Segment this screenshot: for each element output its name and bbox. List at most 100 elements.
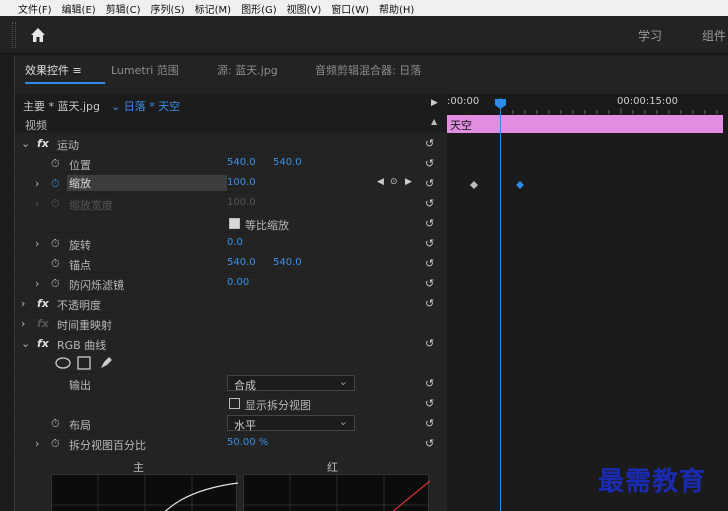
scale-row: › ⏱ 缩放 100.0 ◀ ⊙ ▶ ↺ [15, 174, 447, 193]
reset-icon[interactable]: ↺ [425, 377, 437, 390]
reset-icon[interactable]: ↺ [425, 237, 437, 250]
scale-label: 缩放 [67, 175, 227, 191]
menu-sequence[interactable]: 序列(S) [150, 1, 184, 16]
next-keyframe-icon[interactable]: ▶ [405, 177, 412, 187]
panel-menu-icon[interactable]: ≡ [73, 64, 82, 77]
menu-edit[interactable]: 编辑(E) [62, 1, 96, 16]
menu-window[interactable]: 窗口(W) [331, 1, 369, 16]
master-curve [52, 475, 239, 511]
tab-source[interactable]: 源: 蓝天.jpg [217, 62, 278, 78]
position-x-value[interactable]: 540.0 [227, 157, 256, 168]
stopwatch-icon[interactable]: ⏱ [51, 277, 60, 291]
sequence-clip-label[interactable]: ⌄ 日落 * 天空 [111, 98, 180, 114]
clip-bar[interactable]: 天空 [447, 115, 723, 133]
scale-value[interactable]: 100.0 [227, 177, 256, 188]
expand-chevron-icon[interactable]: ⌄ [21, 337, 30, 350]
position-y-value[interactable]: 540.0 [273, 157, 302, 168]
reset-icon[interactable]: ↺ [425, 397, 437, 410]
fx-icon: fx [37, 337, 49, 350]
menu-help[interactable]: 帮助(H) [379, 1, 414, 16]
expand-chevron-icon[interactable]: › [35, 437, 39, 450]
keyframe-diamond-1[interactable] [469, 180, 479, 190]
anchor-x-value[interactable]: 540.0 [227, 257, 256, 268]
rectangle-mask-icon[interactable] [77, 356, 91, 370]
active-tab-indicator [25, 82, 105, 84]
expand-chevron-icon[interactable]: › [35, 277, 39, 290]
reset-icon[interactable]: ↺ [425, 177, 437, 190]
anchor-y-value[interactable]: 540.0 [273, 257, 302, 268]
menu-graphics[interactable]: 图形(G) [241, 1, 277, 16]
reset-icon[interactable]: ↺ [425, 257, 437, 270]
reset-icon[interactable]: ↺ [425, 277, 437, 290]
expand-chevron-icon[interactable]: › [35, 177, 39, 190]
split-percent-label: 拆分视图百分比 [69, 439, 146, 452]
expand-chevron-icon[interactable]: › [35, 237, 39, 250]
uniform-scale-label: 等比缩放 [245, 219, 289, 232]
workspace-learn[interactable]: 学习 [638, 27, 662, 44]
anti-flicker-value[interactable]: 0.00 [227, 277, 249, 288]
collapse-icon[interactable]: ▲ [431, 117, 437, 126]
tab-effect-controls[interactable]: 效果控件 ≡ [25, 62, 82, 78]
expand-chevron-icon[interactable]: › [21, 297, 25, 310]
reset-icon[interactable]: ↺ [425, 217, 437, 230]
reset-icon[interactable]: ↺ [425, 417, 437, 430]
ellipse-mask-icon[interactable] [55, 356, 71, 370]
red-curve-graph[interactable] [243, 474, 431, 511]
rotation-row: › ⏱ 旋转 0.0 ↺ [15, 234, 447, 253]
reset-icon[interactable]: ↺ [425, 297, 437, 310]
keyframe-timeline[interactable] [447, 114, 728, 511]
stopwatch-icon[interactable]: ⏱ [51, 437, 60, 451]
stopwatch-icon[interactable]: ⏱ [51, 237, 60, 251]
rgb-curves-row[interactable]: ⌄ fx RGB 曲线 ↺ [15, 334, 447, 353]
reset-icon[interactable]: ↺ [425, 197, 437, 210]
output-value: 合成 [234, 379, 256, 392]
motion-row[interactable]: ⌄ fx 运动 ↺ [15, 134, 447, 153]
menu-view[interactable]: 视图(V) [287, 1, 322, 16]
stopwatch-icon: ⏱ [51, 197, 60, 210]
anchor-label: 锚点 [69, 259, 91, 272]
uniform-scale-checkbox[interactable] [229, 218, 240, 229]
add-keyframe-icon[interactable]: ⊙ [390, 177, 398, 187]
expand-chevron-icon[interactable]: › [21, 317, 25, 330]
rgb-curves-label: RGB 曲线 [57, 339, 107, 352]
time-remap-label: 时间重映射 [57, 319, 112, 332]
expand-chevron-icon: › [35, 197, 40, 210]
reset-icon[interactable]: ↺ [425, 137, 437, 150]
menu-marker[interactable]: 标记(M) [195, 1, 231, 16]
keyframe-diamond-2[interactable] [515, 180, 525, 190]
workspace-assembly[interactable]: 组件 [702, 27, 726, 44]
pen-mask-icon[interactable] [99, 356, 113, 370]
show-split-checkbox[interactable] [229, 398, 240, 409]
prev-keyframe-icon[interactable]: ◀ [377, 177, 384, 187]
stopwatch-icon-active[interactable]: ⏱ [51, 177, 60, 191]
output-dropdown[interactable]: 合成 ⌄ [227, 375, 355, 392]
anti-flicker-row: › ⏱ 防闪烁滤镜 0.00 ↺ [15, 274, 447, 293]
scale-width-value: 100.0 [227, 197, 256, 208]
layout-label: 布局 [69, 419, 91, 432]
tab-audio-clip-mixer[interactable]: 音频剪辑混合器: 日落 [315, 62, 421, 78]
reset-icon[interactable]: ↺ [425, 337, 437, 350]
split-percent-value[interactable]: 50.00 % [227, 437, 268, 448]
grip-handle[interactable] [12, 22, 16, 48]
stopwatch-icon[interactable]: ⏱ [51, 417, 60, 431]
opacity-row[interactable]: › fx 不透明度 ↺ [15, 294, 447, 313]
menu-file[interactable]: 文件(F) [18, 1, 52, 16]
tab-lumetri-scopes[interactable]: Lumetri 范围 [111, 62, 179, 78]
play-triangle-icon[interactable]: ▶ [431, 98, 438, 108]
menu-clip[interactable]: 剪辑(C) [106, 1, 141, 16]
layout-row: ⏱ 布局 水平 ⌄ ↺ [15, 414, 447, 433]
expand-chevron-icon[interactable]: ⌄ [21, 137, 30, 150]
rotation-value[interactable]: 0.0 [227, 237, 243, 248]
time-remap-row[interactable]: › fx 时间重映射 [15, 314, 447, 333]
master-clip-label[interactable]: 主要 * 蓝天.jpg [23, 98, 100, 114]
reset-icon[interactable]: ↺ [425, 157, 437, 170]
reset-icon[interactable]: ↺ [425, 437, 437, 450]
fx-icon: fx [37, 297, 49, 310]
stopwatch-icon[interactable]: ⏱ [51, 157, 60, 171]
menu-bar: 文件(F) 编辑(E) 剪辑(C) 序列(S) 标记(M) 图形(G) 视图(V… [0, 0, 728, 16]
master-curve-graph[interactable] [51, 474, 239, 511]
timeline-ruler[interactable]: :00:00 00:00:15:00 [447, 94, 728, 114]
stopwatch-icon[interactable]: ⏱ [51, 257, 60, 271]
home-icon[interactable] [28, 25, 48, 45]
layout-dropdown[interactable]: 水平 ⌄ [227, 415, 355, 432]
